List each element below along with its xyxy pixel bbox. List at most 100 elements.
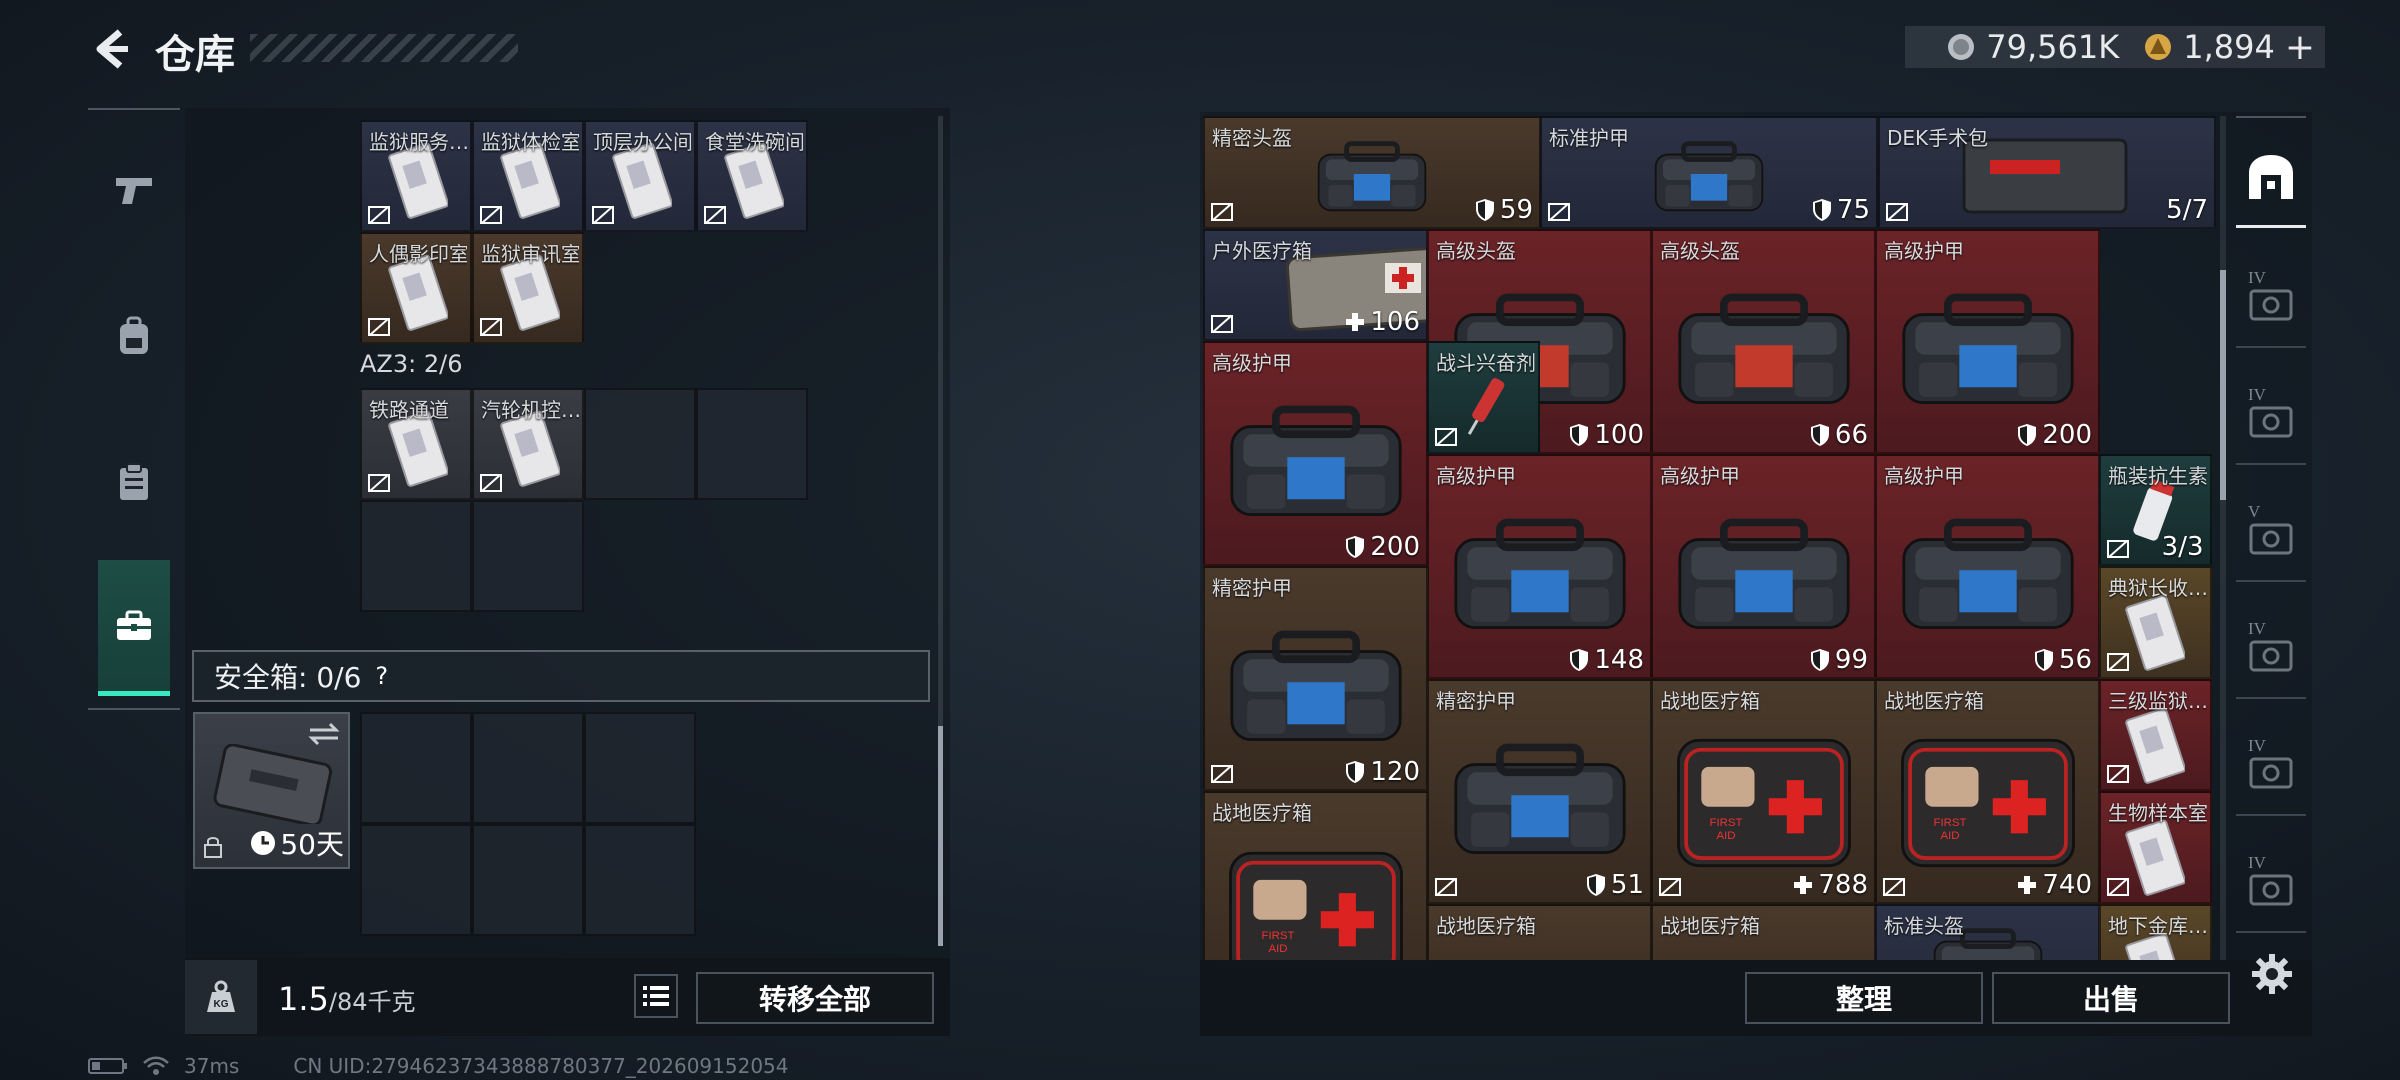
- currency-bar: 79,561K 1,894 +: [1905, 26, 2325, 68]
- transfer-all-button[interactable]: 转移全部: [696, 972, 934, 1024]
- safebox-slot[interactable]: [360, 712, 472, 824]
- tab-consumables[interactable]: [92, 442, 176, 522]
- stash-item[interactable]: 生物样本室: [2099, 791, 2212, 904]
- add-gold-button[interactable]: +: [2285, 27, 2315, 68]
- stash-item[interactable]: 战斗兴奋剂: [1427, 341, 1540, 454]
- armor-shield-icon: [1569, 423, 1589, 447]
- tab-toolbox-active[interactable]: [98, 560, 170, 696]
- storage-tab[interactable]: IV: [2236, 716, 2306, 816]
- storage-tab[interactable]: IV: [2236, 248, 2306, 348]
- stash-item[interactable]: 瓶装抗生素 3/3: [2099, 453, 2212, 566]
- stash-item[interactable]: 战地医疗箱 740: [1875, 678, 2100, 904]
- empty-slot[interactable]: [360, 500, 472, 612]
- keycard-item[interactable]: 人偶影印室: [360, 232, 472, 344]
- svg-text:KG: KG: [214, 999, 229, 1010]
- stash-item[interactable]: 战地医疗箱: [1427, 903, 1652, 960]
- warehouse-icon: [2249, 154, 2293, 199]
- armor-shield-icon: [1345, 535, 1365, 559]
- stash-scrollbar[interactable]: [2220, 116, 2226, 960]
- safebox-duration: 50天: [250, 823, 344, 863]
- stash-item[interactable]: 高级护甲 148: [1427, 453, 1652, 679]
- storage-tier-label: V: [2248, 502, 2261, 521]
- safebox-slot[interactable]: [472, 824, 584, 936]
- armor-shield-icon: [2034, 648, 2054, 672]
- keycard-item[interactable]: 监狱体检室: [472, 120, 584, 232]
- stash-item[interactable]: 高级护甲 200: [1203, 341, 1428, 566]
- item-name: 地下金库…: [2108, 913, 2207, 938]
- sort-button[interactable]: 整理: [1745, 972, 1983, 1024]
- storage-tab[interactable]: IV: [2236, 833, 2306, 933]
- keycard-item[interactable]: 汽轮机控…: [472, 388, 584, 500]
- stash-item[interactable]: 精密头盔 59: [1203, 116, 1541, 229]
- heal-plus-icon: [1345, 312, 1365, 332]
- keycard-item[interactable]: 监狱服务…: [360, 120, 472, 232]
- tab-weapons[interactable]: [92, 150, 176, 230]
- unlocked-icon: [592, 206, 614, 224]
- unlocked-icon: [2107, 540, 2129, 558]
- unlocked-icon: [480, 318, 502, 336]
- unlocked-icon: [2107, 765, 2129, 783]
- storage-tab[interactable]: V: [2236, 482, 2306, 582]
- stash-item[interactable]: 标准护甲 75: [1540, 116, 1878, 229]
- stash-item[interactable]: 典狱长收…: [2099, 566, 2212, 679]
- keycard-item[interactable]: 食堂洗碗间: [696, 120, 808, 232]
- stash-item[interactable]: 战地医疗箱 788: [1651, 678, 1876, 904]
- safebox-slot[interactable]: [360, 824, 472, 936]
- stash-grid: 精密头盔 59 标准护甲 75 DEK手术包 5/7 户外医疗箱 106 高级头盔 100 高级头盔…: [1203, 116, 2216, 960]
- armor-bag-icon: [1892, 275, 2083, 425]
- back-button[interactable]: [86, 24, 136, 74]
- item-value: 66: [1810, 420, 1868, 450]
- empty-slot[interactable]: [472, 500, 584, 612]
- stash-item[interactable]: 精密护甲 51: [1427, 678, 1652, 904]
- keycard-item[interactable]: 铁路通道: [360, 388, 472, 500]
- stash-item[interactable]: 地下金库…: [2099, 903, 2212, 960]
- item-name: 精密护甲: [1212, 576, 1292, 600]
- storage-tab[interactable]: IV: [2236, 599, 2306, 699]
- clock-icon: [251, 831, 276, 855]
- safebox-item[interactable]: 50天: [193, 712, 350, 869]
- stash-item[interactable]: DEK手术包 5/7: [1878, 116, 2216, 229]
- stash-item[interactable]: 高级护甲 99: [1651, 453, 1876, 679]
- item-name: 战地医疗箱: [1660, 913, 1760, 938]
- stash-item[interactable]: 户外医疗箱 106: [1203, 228, 1428, 341]
- back-arrow-icon: [96, 29, 128, 69]
- storage-tab[interactable]: IV: [2236, 365, 2306, 465]
- medkit-icon: [1669, 727, 1859, 877]
- swap-icon[interactable]: [308, 722, 340, 746]
- safebox-help-button[interactable]: ?: [375, 662, 388, 690]
- settings-button[interactable]: [2244, 946, 2300, 1002]
- stash-item[interactable]: 三级监狱…: [2099, 678, 2212, 791]
- item-name: 高级护甲: [1884, 463, 1964, 488]
- stash-item[interactable]: 高级护甲 200: [1875, 228, 2100, 454]
- keycard-item[interactable]: 监狱审讯室: [472, 232, 584, 344]
- inventory-scrollbar[interactable]: [938, 116, 943, 946]
- unlocked-icon: [480, 206, 502, 224]
- unlocked-icon: [1659, 878, 1681, 896]
- unlocked-icon: [480, 474, 502, 492]
- safebox-slot[interactable]: [584, 824, 696, 936]
- stash-item[interactable]: 高级护甲 56: [1875, 453, 2100, 679]
- safebox-slot[interactable]: [472, 712, 584, 824]
- stash-item[interactable]: 战地医疗箱: [1203, 791, 1428, 960]
- item-name: 战地医疗箱: [1212, 801, 1312, 825]
- stash-item[interactable]: 精密护甲 120: [1203, 566, 1428, 791]
- keycard-item[interactable]: 顶层办公间: [584, 120, 696, 232]
- unlocked-icon: [368, 474, 390, 492]
- stash-item[interactable]: 高级头盔 66: [1651, 228, 1876, 454]
- item-name: 户外医疗箱: [1212, 238, 1312, 263]
- item-value: 56: [2034, 645, 2092, 675]
- unlocked-icon: [704, 206, 726, 224]
- item-value: 3/3: [2161, 532, 2204, 562]
- tab-storage-home[interactable]: [2236, 128, 2306, 228]
- stash-item[interactable]: 战地医疗箱: [1651, 903, 1876, 960]
- tab-gear[interactable]: [92, 296, 176, 376]
- unlocked-icon: [1211, 315, 1233, 333]
- safebox-slot[interactable]: [584, 712, 696, 824]
- list-view-button[interactable]: [634, 974, 678, 1018]
- empty-slot[interactable]: [696, 388, 808, 500]
- sell-button[interactable]: 出售: [1992, 972, 2230, 1024]
- empty-slot[interactable]: [584, 388, 696, 500]
- stash-item[interactable]: 标准头盔: [1875, 903, 2100, 960]
- storage-case-icon: [2249, 523, 2293, 555]
- storage-tier-label: IV: [2248, 619, 2266, 638]
